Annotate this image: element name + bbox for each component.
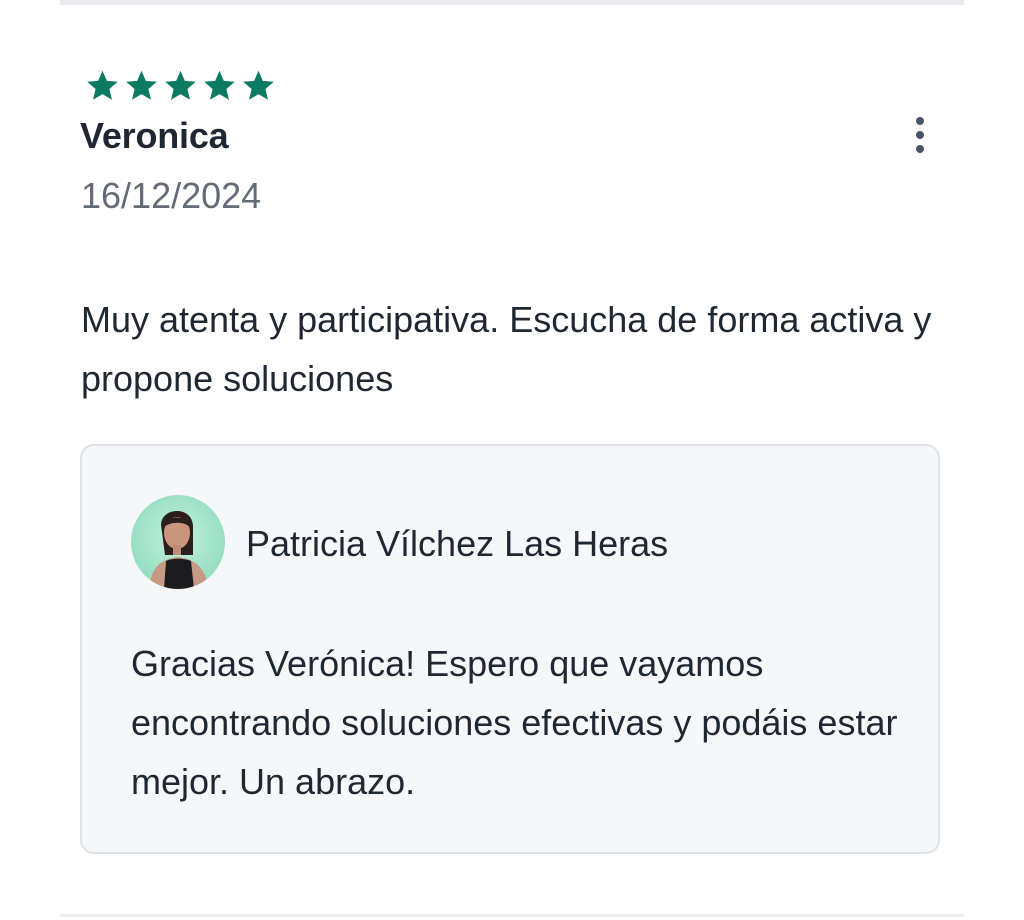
more-vertical-icon <box>916 117 924 125</box>
top-divider <box>60 0 964 5</box>
star-icon <box>243 70 274 100</box>
star-icon <box>165 70 196 100</box>
more-vertical-icon-dot <box>916 131 924 139</box>
review-date: 16/12/2024 <box>81 175 262 216</box>
more-vertical-icon-dot <box>916 145 924 153</box>
star-icon <box>87 70 118 100</box>
star-icon <box>126 70 157 100</box>
avatar <box>131 495 225 589</box>
owner-reply-card: Patricia Vílchez Las Heras Gracias Verón… <box>80 444 940 854</box>
more-options-button[interactable] <box>898 112 942 158</box>
reply-text: Gracias Verónica! Espero que vayamos enc… <box>131 643 898 802</box>
bottom-divider <box>60 914 964 917</box>
profile-photo-icon <box>131 495 225 589</box>
reviewer-name: Veronica <box>80 115 229 156</box>
review-text: Muy atenta y participativa. Escucha de f… <box>81 299 932 399</box>
star-rating <box>84 68 277 104</box>
star-icon <box>204 70 235 100</box>
responder-name: Patricia Vílchez Las Heras <box>246 523 669 564</box>
